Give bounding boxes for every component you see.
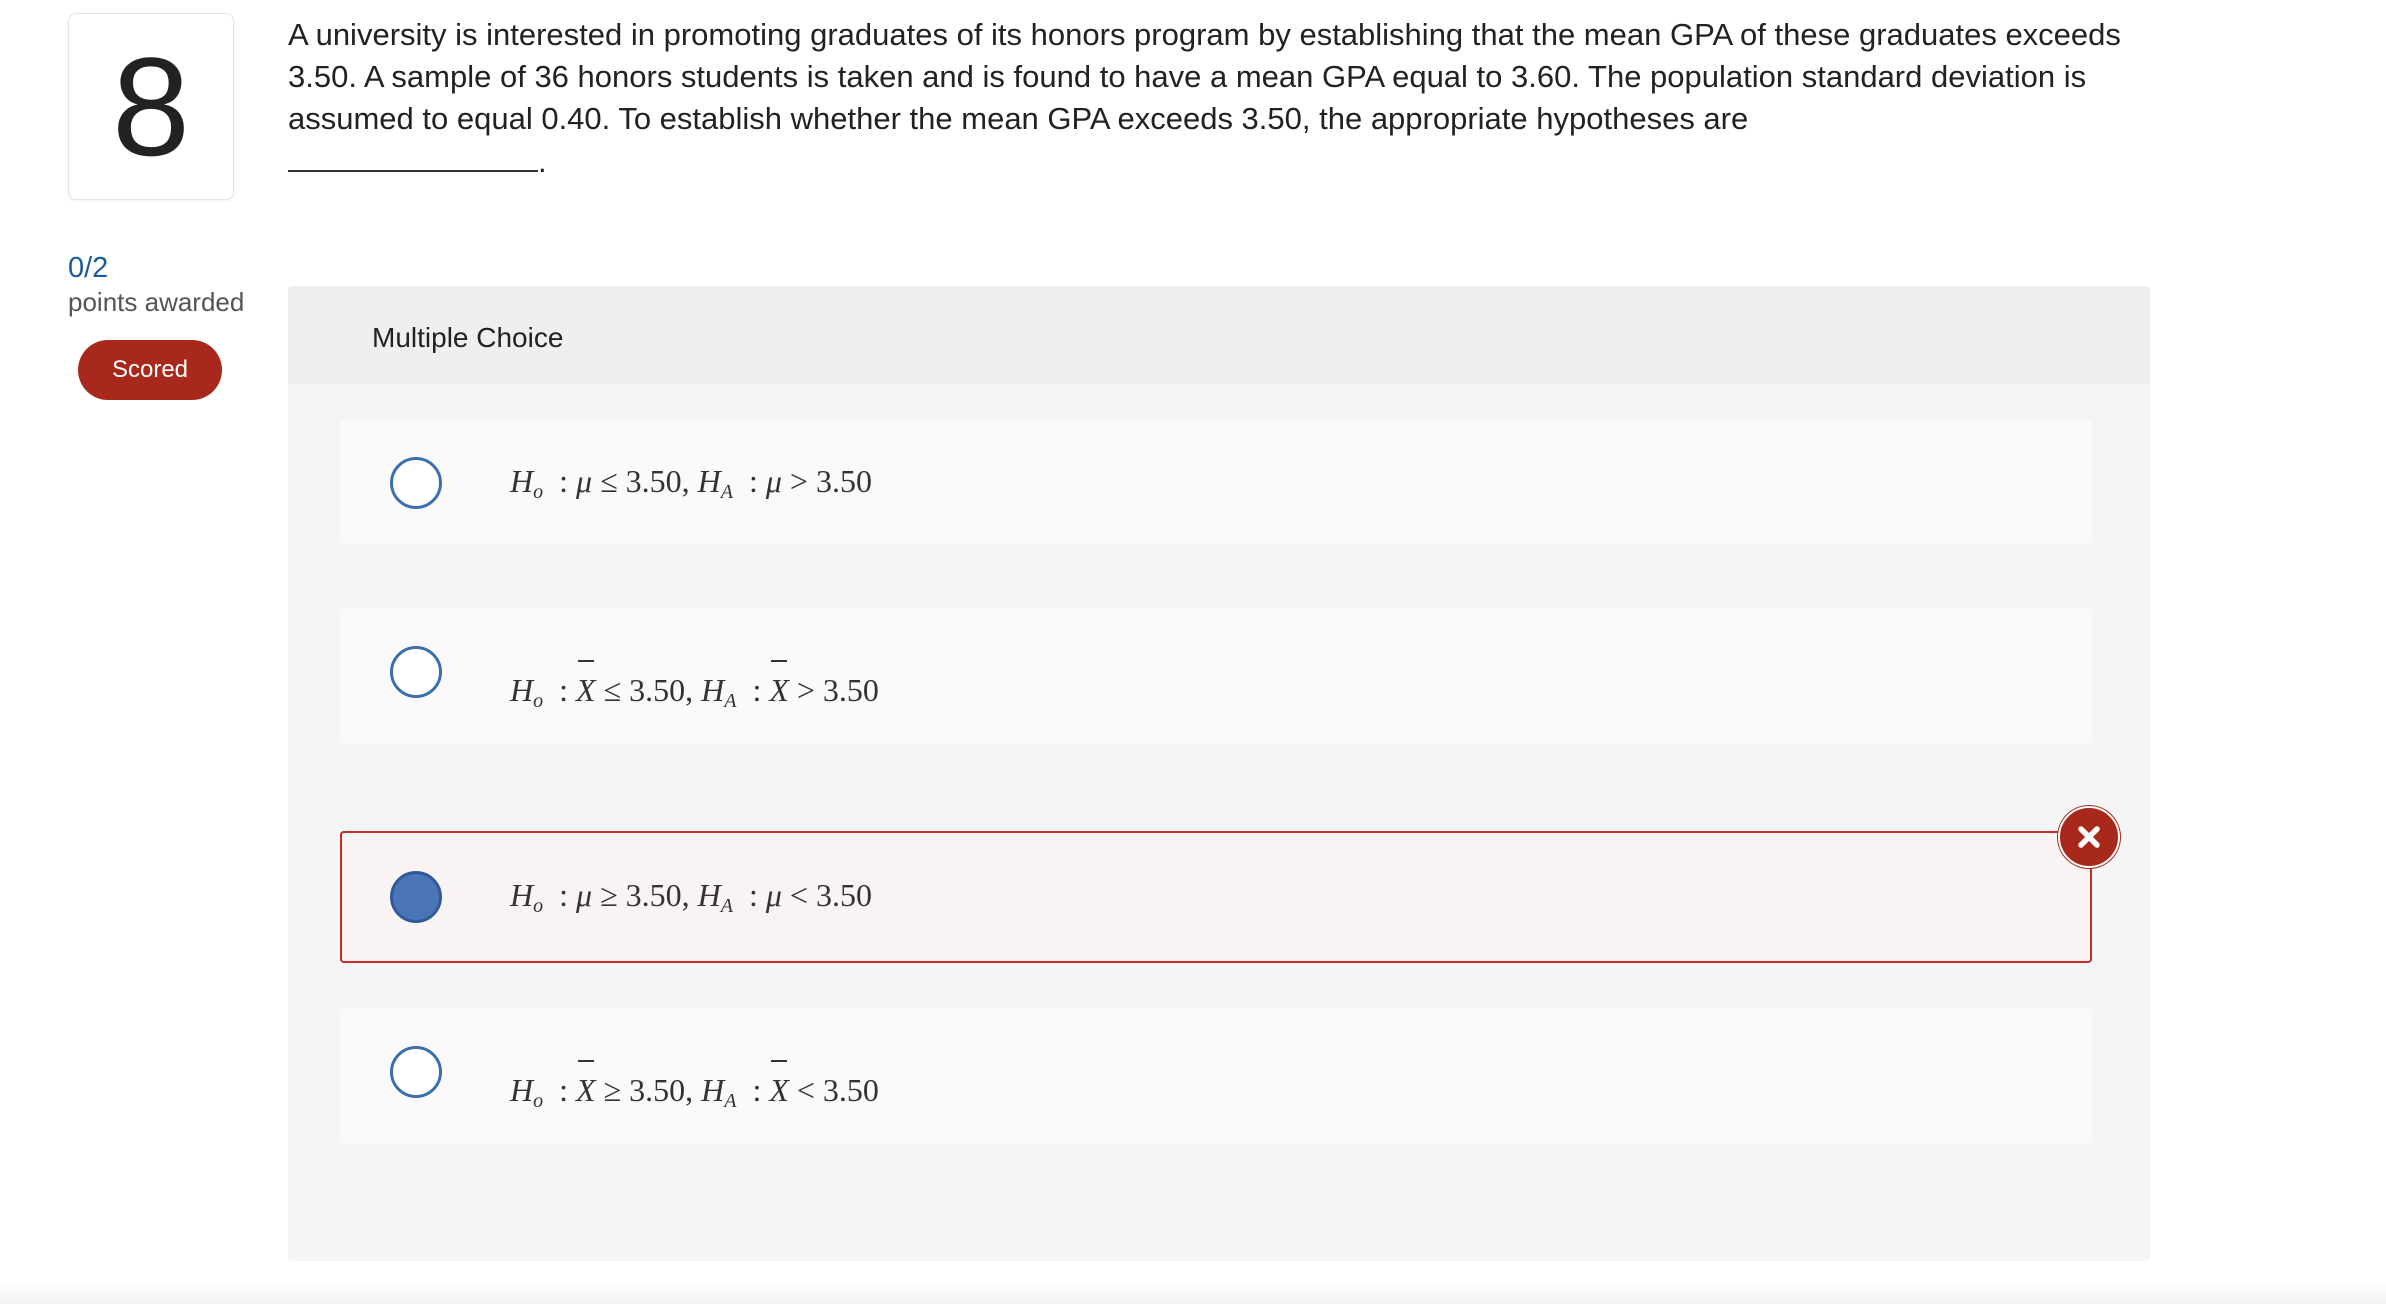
ha-symbol: H xyxy=(701,1072,725,1108)
points-score: 0/2 xyxy=(68,252,109,284)
h0-subscript: o xyxy=(533,1090,544,1112)
choice-option-2[interactable]: Ho : X ≤ 3.50, HA : X > 3.50 xyxy=(340,608,2092,744)
question-number-box: 8 xyxy=(68,13,234,200)
ha-value: 3.50 xyxy=(815,877,872,913)
ha-relation: > xyxy=(796,672,815,708)
h0-parameter: μ xyxy=(576,463,593,499)
page-bottom-edge xyxy=(0,1282,2386,1304)
h0-relation: ≤ xyxy=(600,463,618,499)
close-icon xyxy=(2058,806,2120,868)
radio-button-empty[interactable] xyxy=(390,1046,442,1098)
h0-value: 3.50, xyxy=(625,463,690,499)
h0-relation: ≥ xyxy=(603,1072,622,1108)
ha-parameter: μ xyxy=(765,463,782,499)
h0-parameter-xbar: X xyxy=(576,660,596,708)
ha-subscript: A xyxy=(720,481,733,503)
multiple-choice-title: Multiple Choice xyxy=(372,322,564,353)
ha-symbol: H xyxy=(697,877,721,913)
ha-parameter: μ xyxy=(765,877,782,913)
radio-button-empty[interactable] xyxy=(390,646,442,698)
scored-badge: Scored xyxy=(78,340,222,400)
ha-relation: < xyxy=(796,1072,815,1108)
multiple-choice-panel: Multiple Choice Ho : μ ≤ 3.50, HA : μ > … xyxy=(288,286,2150,1261)
h0-value: 3.50, xyxy=(625,877,690,913)
answer-blank xyxy=(288,140,538,172)
h0-subscript: o xyxy=(533,690,544,712)
h0-parameter-xbar: X xyxy=(576,1060,596,1108)
h0-parameter: μ xyxy=(576,877,593,913)
h0-value: 3.50, xyxy=(629,1072,694,1108)
h0-symbol: H xyxy=(510,463,534,499)
close-icon-glyph xyxy=(2078,826,2100,848)
ha-subscript: A xyxy=(724,1090,737,1112)
choice-option-4-text: Ho : X ≥ 3.50, HA : X < 3.50 xyxy=(510,1060,879,1112)
blank-period: . xyxy=(538,144,547,179)
ha-relation: < xyxy=(789,877,808,913)
question-text: A university is interested in promoting … xyxy=(288,17,2121,136)
radio-button-selected[interactable] xyxy=(390,871,442,923)
ha-symbol: H xyxy=(697,463,721,499)
h0-symbol: H xyxy=(510,877,534,913)
ha-value: 3.50 xyxy=(822,1072,879,1108)
h0-subscript: o xyxy=(533,895,544,917)
choice-option-3[interactable]: Ho : μ ≥ 3.50, HA : μ < 3.50 xyxy=(340,831,2092,963)
choice-option-2-text: Ho : X ≤ 3.50, HA : X > 3.50 xyxy=(510,660,879,712)
h0-relation: ≥ xyxy=(600,877,618,913)
choice-option-3-text: Ho : μ ≥ 3.50, HA : μ < 3.50 xyxy=(510,877,872,917)
ha-subscript: A xyxy=(724,690,737,712)
choice-option-1-text: Ho : μ ≤ 3.50, HA : μ > 3.50 xyxy=(510,463,872,503)
choice-option-4[interactable]: Ho : X ≥ 3.50, HA : X < 3.50 xyxy=(340,1008,2092,1144)
h0-subscript: o xyxy=(533,481,544,503)
ha-parameter-xbar: X xyxy=(769,660,789,708)
ha-symbol: H xyxy=(701,672,725,708)
ha-relation: > xyxy=(789,463,808,499)
question-number: 8 xyxy=(112,27,190,185)
h0-relation: ≤ xyxy=(603,672,622,708)
ha-value: 3.50 xyxy=(822,672,879,708)
h0-symbol: H xyxy=(510,1072,534,1108)
question-prompt: A university is interested in promoting … xyxy=(288,14,2138,183)
radio-button-empty[interactable] xyxy=(390,457,442,509)
ha-subscript: A xyxy=(720,895,733,917)
ha-value: 3.50 xyxy=(815,463,872,499)
h0-symbol: H xyxy=(510,672,534,708)
ha-parameter-xbar: X xyxy=(769,1060,789,1108)
multiple-choice-header: Multiple Choice xyxy=(288,286,2150,384)
points-awarded-label: points awarded xyxy=(68,287,245,317)
choice-option-1[interactable]: Ho : μ ≤ 3.50, HA : μ > 3.50 xyxy=(340,421,2092,545)
h0-value: 3.50, xyxy=(629,672,694,708)
